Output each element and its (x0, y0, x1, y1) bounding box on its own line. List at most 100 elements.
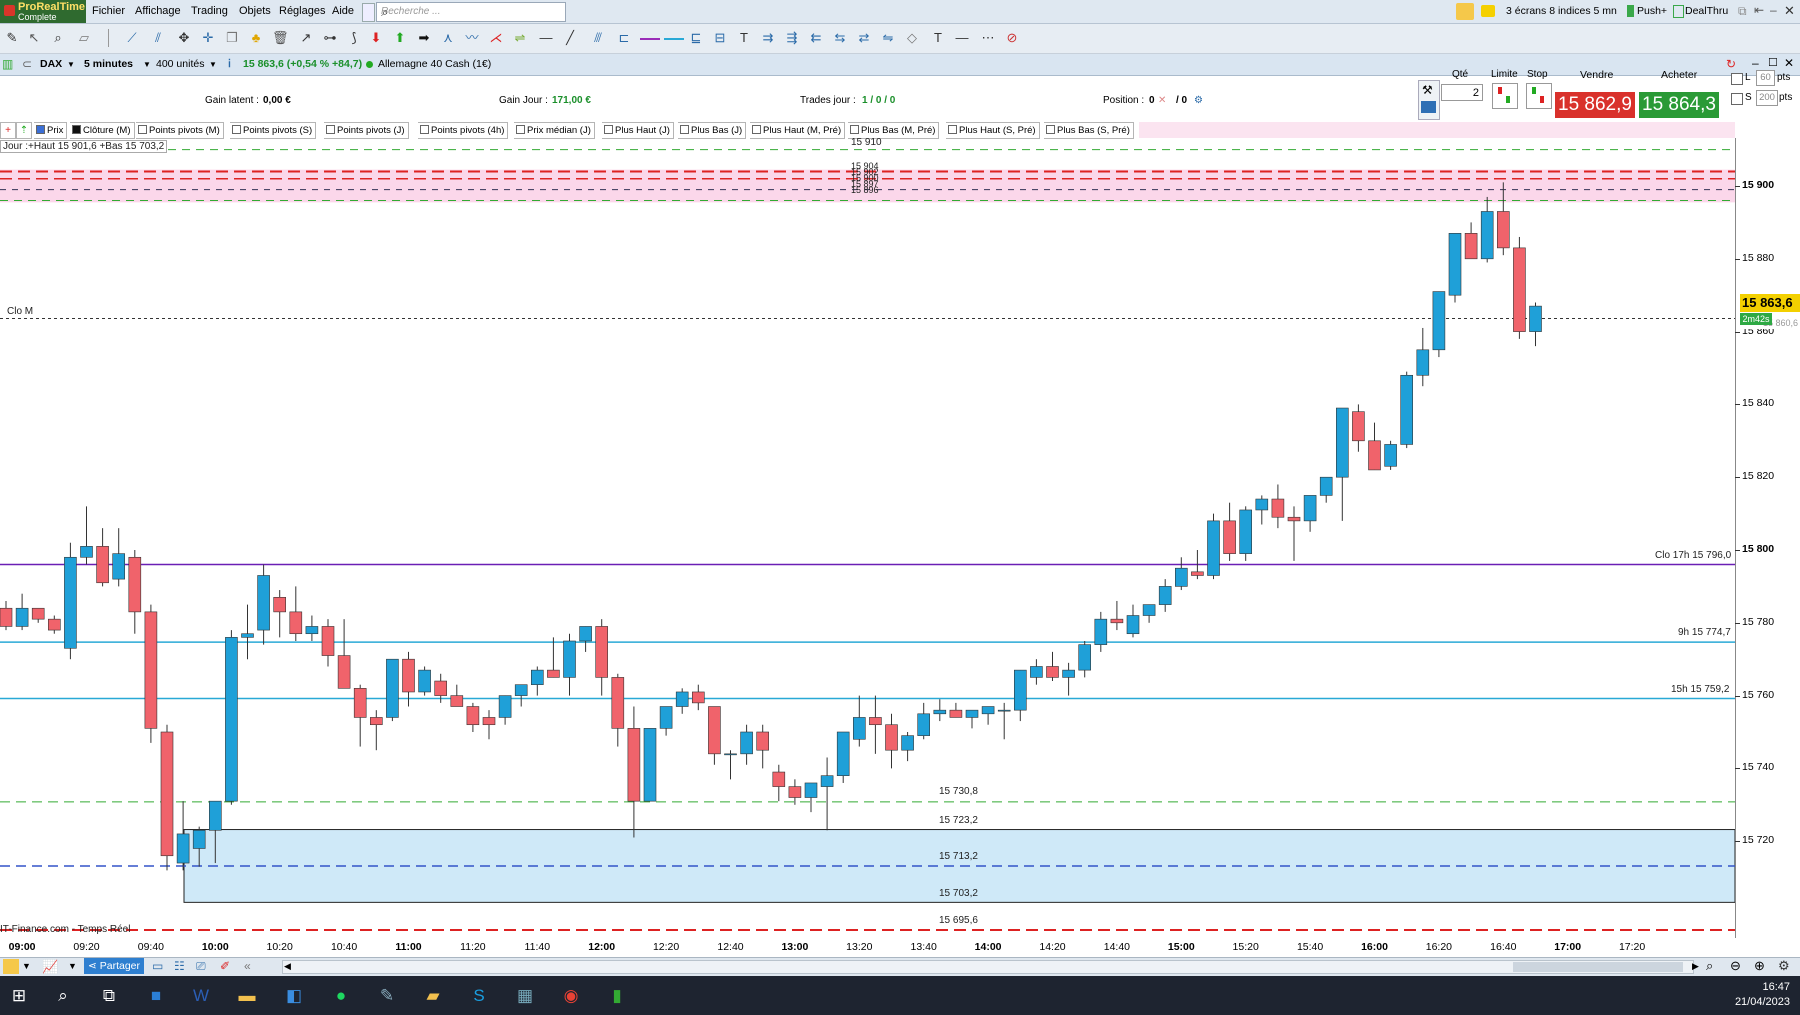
pencil-icon[interactable]: ✎ (4, 30, 20, 46)
keyboard-icon[interactable] (1421, 101, 1436, 113)
search-scope-icon[interactable] (362, 3, 375, 22)
chart-style-icon[interactable]: 📈 (42, 959, 58, 975)
sell-button[interactable]: 15 862,9 (1555, 92, 1635, 118)
indicator-tab-7[interactable]: Plus Haut (J) (602, 122, 674, 139)
indicator-checkbox[interactable] (752, 125, 761, 134)
tool-sequence-icon[interactable]: ⇄ (856, 30, 872, 46)
menu-affichage[interactable]: Affichage (135, 5, 181, 17)
text-tool-icon[interactable]: T (736, 30, 752, 46)
channel-tool-icon[interactable]: ⫽ (150, 30, 166, 46)
qty-input[interactable]: 2 (1441, 84, 1483, 101)
push-button[interactable]: Push+ (1637, 5, 1667, 17)
s-points-input[interactable]: 200 (1756, 90, 1778, 106)
text-box-icon[interactable]: T (930, 30, 946, 46)
tool-cycle-icon[interactable]: ⇋ (880, 30, 896, 46)
back-icon[interactable]: ⇤ (1754, 3, 1764, 17)
share-button[interactable]: ⋖ Partager (84, 958, 144, 974)
indicator-checkbox[interactable] (680, 125, 689, 134)
fibonacci-icon[interactable]: ⇌ (512, 30, 528, 46)
chart-close-icon[interactable]: ✕ (1784, 56, 1794, 70)
screen-icon[interactable]: ⎚ (196, 959, 206, 974)
word-icon[interactable]: W (190, 985, 212, 1007)
taskbar-search-icon[interactable]: ⌕ (52, 985, 74, 1007)
zoom-out-icon[interactable]: ⊖ (1730, 958, 1741, 974)
zoom-in-icon[interactable]: ⊕ (1754, 958, 1765, 974)
line-tool-icon[interactable]: — (954, 30, 970, 46)
menu-reglages[interactable]: Réglages (279, 5, 325, 17)
indicator-checkbox[interactable] (948, 125, 957, 134)
indicator-checkbox[interactable] (72, 125, 81, 134)
chart-maximize-icon[interactable]: ☐ (1768, 56, 1778, 69)
indicator-checkbox[interactable] (326, 125, 335, 134)
scroll-first-icon[interactable]: « (244, 959, 251, 973)
windows-start-icon[interactable]: ⊞ (8, 985, 30, 1007)
copy-icon[interactable]: ❐ (224, 30, 240, 46)
chart-type-icon[interactable]: ▥ (2, 57, 13, 71)
horizontal-line-icon[interactable]: — (538, 30, 554, 46)
layout-selector[interactable]: 3 écrans 8 indices 5 mn (1506, 5, 1617, 17)
minimize-icon[interactable]: – (1770, 3, 1777, 17)
chart-minimize-icon[interactable]: – (1752, 56, 1759, 70)
stop-order-button[interactable] (1526, 83, 1552, 109)
scroll-left-icon[interactable]: ◀ (284, 961, 291, 972)
ruler-icon[interactable]: ▱ (76, 30, 92, 46)
tool-horizontal-ray-icon[interactable]: ⇉ (760, 30, 776, 46)
fibonacci-extension-icon[interactable]: ⊟ (712, 30, 728, 46)
comment-icon[interactable]: ▭ (152, 959, 163, 973)
search-icon[interactable]: ⌕ (381, 5, 562, 20)
cursor-icon[interactable]: ↖ (26, 30, 42, 46)
limit-order-button[interactable] (1492, 83, 1518, 109)
indicator-tab-9[interactable]: Plus Haut (M, Pré) (750, 122, 846, 139)
indicator-checkbox[interactable] (138, 125, 147, 134)
units-selector[interactable]: 400 unités (156, 58, 204, 70)
buy-arrow-icon[interactable]: ⬆ (392, 30, 408, 46)
fibonacci-retracement-icon[interactable]: ⊑ (688, 30, 704, 46)
purple-line-tool[interactable] (640, 38, 660, 40)
file-explorer-icon[interactable]: ▬ (236, 985, 258, 1007)
window-restore-icon[interactable]: ⧉ (1738, 4, 1747, 19)
tool-bidirectional-icon[interactable]: ⇆ (832, 30, 848, 46)
fibonacci-fan-icon[interactable]: ⋌ (488, 30, 504, 46)
l-checkbox[interactable] (1731, 73, 1743, 85)
indicator-checkbox[interactable] (604, 125, 613, 134)
chart-settings-icon[interactable]: ⚙ (1778, 958, 1790, 974)
indicator-checkbox[interactable] (232, 125, 241, 134)
close-position-icon[interactable]: ✕ (1158, 95, 1166, 106)
trash-icon[interactable]: 🗑 (272, 30, 289, 46)
menu-aide[interactable]: Aide (332, 5, 354, 17)
wrench-icon[interactable]: ⚒ (1422, 83, 1433, 97)
timeframe-dropdown-icon[interactable]: ▼ (143, 60, 151, 69)
indicator-tab-0[interactable]: Prix (34, 122, 68, 139)
info-icon[interactable]: ⅰ (228, 58, 231, 70)
instrument-selector[interactable]: DAX (40, 58, 62, 70)
chart-style-dropdown-icon[interactable]: ▼ (68, 961, 77, 971)
wave-icon[interactable]: 〰 (464, 30, 480, 46)
pen-tool-icon[interactable] (1456, 3, 1474, 20)
cyan-line-tool[interactable] (664, 38, 684, 40)
indicator-tab-5[interactable]: Points pivots (4h) (418, 122, 509, 139)
store-icon[interactable]: ◧ (283, 985, 305, 1007)
segment-tool-icon[interactable]: ⊶ (322, 30, 338, 46)
pitchfork-icon[interactable]: ⋏ (440, 30, 456, 46)
price-chart[interactable] (0, 138, 1735, 938)
indicator-tab-12[interactable]: Plus Bas (S, Pré) (1044, 122, 1134, 139)
arrow-tool-icon[interactable]: ↗ (298, 30, 314, 46)
indicator-tab-6[interactable]: Prix médian (J) (514, 122, 595, 139)
indicator-checkbox[interactable] (1046, 125, 1055, 134)
menu-trading[interactable]: Trading (191, 5, 228, 17)
measure-icon[interactable]: ◇ (904, 30, 920, 46)
taskbar-app-blue-icon[interactable]: ■ (145, 985, 167, 1007)
crosshair-icon[interactable]: ✛ (200, 30, 216, 46)
s-checkbox[interactable] (1731, 93, 1743, 105)
settings-line-icon[interactable]: ⋯ (980, 30, 996, 46)
skype-icon[interactable]: S (468, 985, 490, 1007)
folder-icon[interactable]: ▰ (422, 985, 444, 1007)
indicator-tab-11[interactable]: Plus Haut (S, Pré) (946, 122, 1040, 139)
indicator-tab-8[interactable]: Plus Bas (J) (678, 122, 747, 139)
sell-arrow-icon[interactable]: ⬇ (368, 30, 384, 46)
list-icon[interactable]: ☷ (174, 959, 185, 973)
time-axis[interactable]: 09:00 09:20 09:40 10:00 10:20 10:40 11:00 11:20… (0, 937, 1735, 957)
l-points-input[interactable]: 60 (1756, 70, 1775, 86)
right-arrow-icon[interactable]: ➡ (416, 30, 432, 46)
chrome-icon[interactable]: ◉ (560, 985, 582, 1007)
